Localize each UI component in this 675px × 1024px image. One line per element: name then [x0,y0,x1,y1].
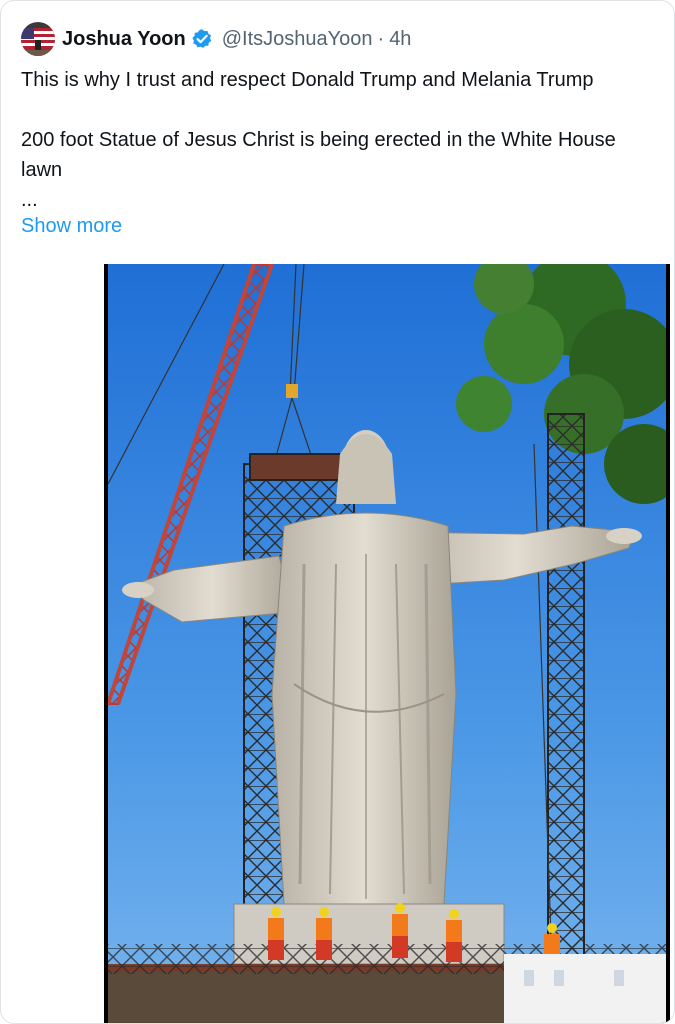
tweet-text-blank-line [21,95,674,125]
tweet-text-line: lawn [21,159,63,181]
statue-photo [104,264,670,1023]
tweet-header: Joshua Yoon @ItsJoshuaYoon · 4h [21,21,411,57]
post-timestamp[interactable]: 4h [389,28,411,51]
header-separator: · [377,27,385,50]
author-handle[interactable]: @ItsJoshuaYoon [222,28,373,51]
verified-badge-icon [192,29,212,48]
avatar[interactable] [21,22,55,56]
tweet-card[interactable]: Joshua Yoon @ItsJoshuaYoon · 4h This is … [0,0,675,1024]
tweet-text: This is why I trust and respect Donald T… [21,65,674,215]
display-name[interactable]: Joshua Yoon [62,28,186,51]
flag-avatar-icon [21,22,55,56]
tweet-text-line: This is why I trust and respect Donald T… [21,69,594,91]
tweet-text-line: 200 foot Statue of Jesus Christ is being… [21,129,616,151]
show-more-link[interactable]: Show more [21,211,122,241]
post-media[interactable] [104,264,670,1023]
